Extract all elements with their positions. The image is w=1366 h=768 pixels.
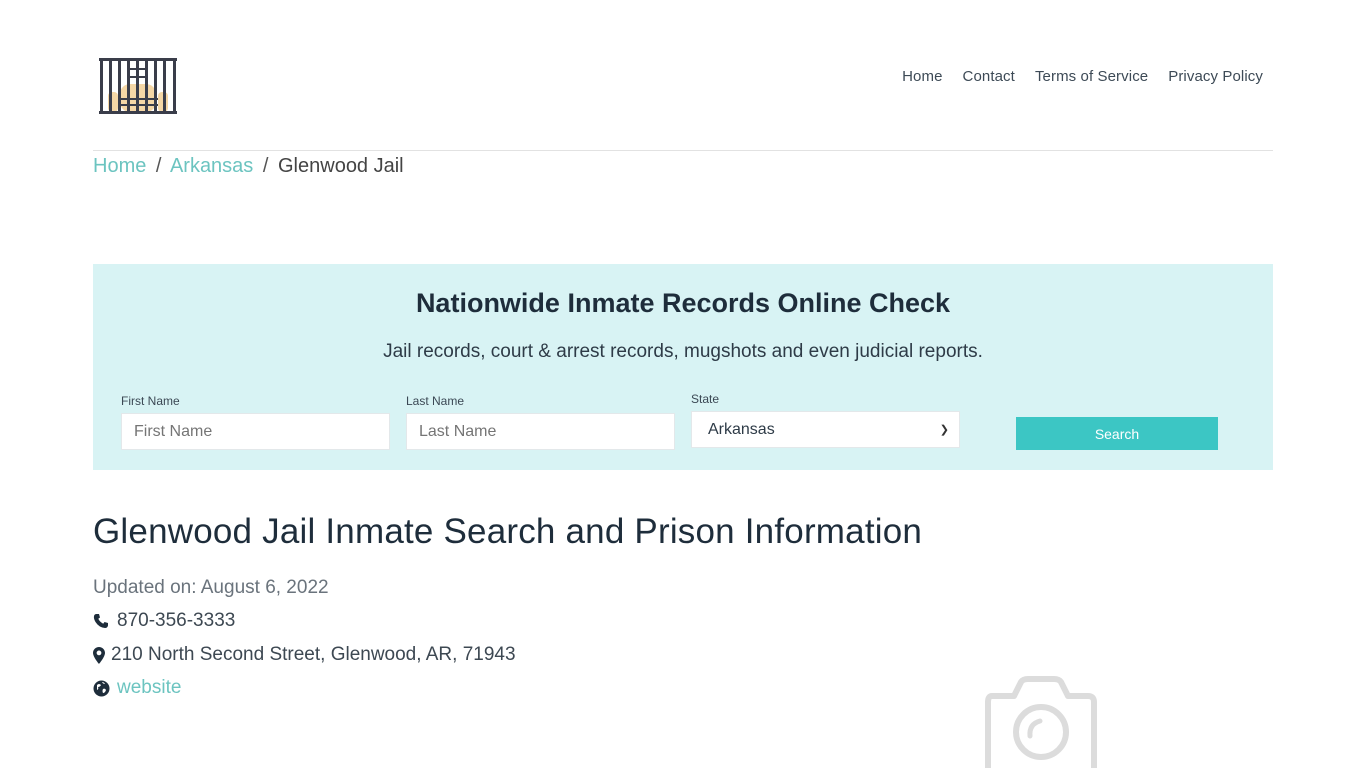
last-name-input[interactable] bbox=[406, 413, 675, 450]
website-link[interactable]: website bbox=[117, 677, 181, 699]
camera-icon bbox=[985, 676, 1097, 768]
phone-row: 870-356-3333 bbox=[93, 610, 235, 632]
phone-icon bbox=[93, 613, 113, 629]
chevron-down-icon: ❯ bbox=[939, 424, 949, 436]
state-label: State bbox=[691, 392, 720, 406]
address-text: 210 North Second Street, Glenwood, AR, 7… bbox=[111, 644, 516, 665]
globe-icon bbox=[93, 680, 113, 697]
site-header: Home Contact Terms of Service Privacy Po… bbox=[93, 0, 1273, 151]
breadcrumb-separator: / bbox=[262, 155, 269, 177]
nav-home[interactable]: Home bbox=[902, 68, 942, 85]
search-button[interactable]: Search bbox=[1016, 417, 1218, 450]
updated-date: Updated on: August 6, 2022 bbox=[93, 577, 329, 599]
breadcrumb-current: Glenwood Jail bbox=[278, 155, 404, 177]
main-nav: Home Contact Terms of Service Privacy Po… bbox=[882, 68, 1263, 85]
state-select[interactable]: Arkansas ❯ bbox=[691, 411, 960, 448]
breadcrumb-separator: / bbox=[155, 155, 162, 177]
inmate-search-panel: Nationwide Inmate Records Online Check J… bbox=[93, 264, 1273, 470]
breadcrumb: Home / Arkansas / Glenwood Jail bbox=[93, 155, 404, 178]
search-panel-subtitle: Jail records, court & arrest records, mu… bbox=[383, 341, 983, 362]
first-name-input[interactable] bbox=[121, 413, 390, 450]
address-row: 210 North Second Street, Glenwood, AR, 7… bbox=[93, 644, 516, 666]
search-panel-title: Nationwide Inmate Records Online Check bbox=[415, 288, 951, 318]
breadcrumb-arkansas[interactable]: Arkansas bbox=[170, 155, 253, 177]
first-name-label: First Name bbox=[121, 394, 180, 408]
nav-privacy-policy[interactable]: Privacy Policy bbox=[1168, 68, 1263, 85]
page-title: Glenwood Jail Inmate Search and Prison I… bbox=[93, 512, 923, 551]
website-row: website bbox=[93, 677, 181, 699]
phone-number: 870-356-3333 bbox=[117, 610, 236, 631]
jail-bars-logo-icon[interactable] bbox=[98, 56, 178, 116]
state-selected-value: Arkansas bbox=[708, 420, 775, 438]
breadcrumb-home[interactable]: Home bbox=[93, 155, 146, 177]
last-name-label: Last Name bbox=[406, 394, 465, 408]
map-marker-icon bbox=[93, 646, 107, 664]
updated-text: Updated on: August 6, 2022 bbox=[93, 577, 329, 598]
nav-terms-of-service[interactable]: Terms of Service bbox=[1035, 68, 1148, 85]
nav-contact[interactable]: Contact bbox=[963, 68, 1015, 85]
